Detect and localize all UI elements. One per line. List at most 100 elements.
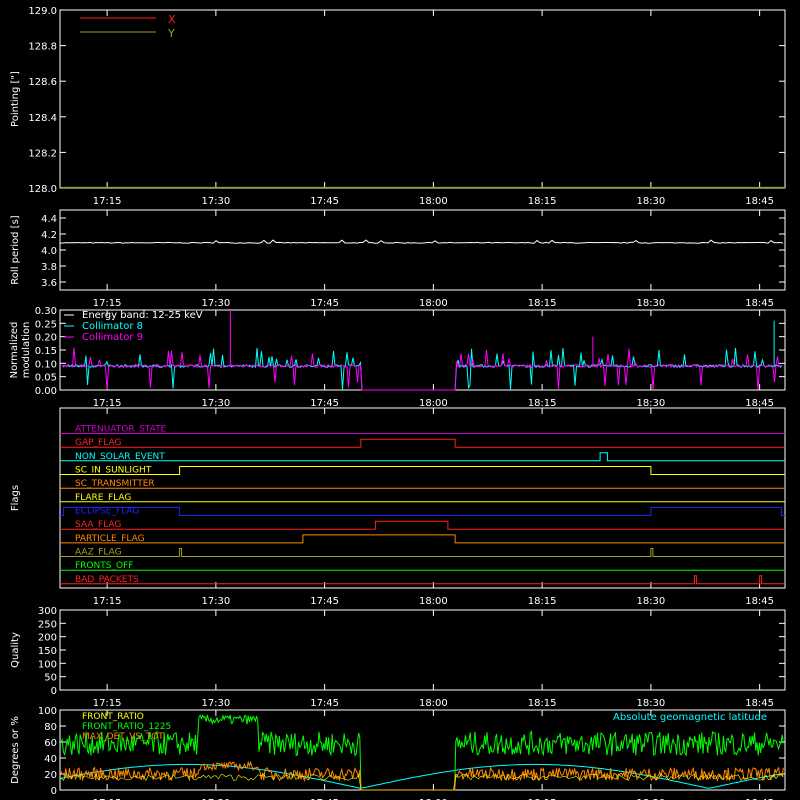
- x-tick-label: 18:45: [745, 196, 774, 207]
- x-tick-label: 17:30: [201, 298, 230, 309]
- y-tick-label: 0.10: [35, 359, 57, 370]
- x-tick-label: 18:30: [636, 398, 665, 409]
- rhessi-quicklook-figure: 17:15 17:30 17:45 18:00 18:15 18:30 18:45 128.0…: [9, 6, 786, 800]
- flag-label: GAP_FLAG: [75, 438, 121, 448]
- x-tick-label: 17:15: [93, 196, 122, 207]
- flag-label: PARTICLE_FLAG: [75, 534, 145, 544]
- flag-line: [60, 534, 785, 544]
- roll-frame: [59, 209, 786, 291]
- pointing-panel: 17:15 17:30 17:45 18:00 18:15 18:30 18:45 128.0…: [10, 6, 786, 207]
- y-tick-label: 60: [44, 738, 57, 749]
- y-axis-label: Quality: [10, 632, 21, 668]
- y-axis-label: Degrees or %: [10, 716, 21, 784]
- x-tick-label: 17:30: [201, 698, 230, 709]
- x-tick-label: 18:45: [745, 698, 774, 709]
- latitude-annotation: Absolute geomagnetic latitude: [613, 712, 767, 723]
- x-tick-label: 17:15: [93, 596, 122, 607]
- y-tick-label: 100: [38, 706, 57, 717]
- y-tick-label: 40: [44, 754, 57, 765]
- x-tick-label: 18:30: [636, 698, 665, 709]
- x-tick-label: 17:30: [201, 398, 230, 409]
- x-tick-label: 18:15: [528, 196, 557, 207]
- y-tick-label: 0: [51, 786, 57, 797]
- flags-frame: [59, 407, 786, 589]
- y-tick-label: 250: [38, 619, 57, 630]
- flag-line: [60, 507, 785, 516]
- y-tick-label: 128.2: [28, 148, 57, 159]
- legend-label-x: X: [168, 13, 176, 26]
- flag-line: [60, 575, 785, 585]
- x-tick-label: 18:45: [745, 398, 774, 409]
- x-tick-label: 17:15: [93, 398, 122, 409]
- y-tick-label: 3.8: [41, 262, 57, 273]
- y-tick-label: 128.0: [28, 184, 57, 195]
- y-axis-label: Normalized: [9, 322, 20, 379]
- x-tick-label: 17:45: [310, 298, 339, 309]
- y-tick-label: 0.05: [35, 373, 57, 384]
- x-tick-label: 17:15: [93, 298, 122, 309]
- y-tick-label: 150: [38, 646, 57, 657]
- x-tick-label: 18:00: [419, 196, 448, 207]
- y-tick-label: 128.8: [28, 42, 57, 53]
- x-tick-label: 18:30: [636, 298, 665, 309]
- flags-panel: 17:15 17:30 17:45 18:00 18:15 18:30 18:45 Flags…: [10, 407, 786, 607]
- x-tick-label: 18:00: [419, 596, 448, 607]
- flag-line: [60, 520, 785, 530]
- legend-label: MAX_DET_VS_TOT: [82, 732, 164, 742]
- x-tick-label: 18:00: [419, 698, 448, 709]
- flag-line: [60, 466, 785, 475]
- y-axis-label: modulation: [21, 322, 32, 379]
- y-tick-label: 0.25: [35, 319, 57, 330]
- y-tick-label: 128.6: [28, 77, 57, 88]
- legend-label: Energy band: 12-25 keV: [82, 310, 203, 321]
- x-tick-label: 18:15: [528, 698, 557, 709]
- y-tick-label: 0.20: [35, 333, 57, 344]
- legend-label: FRONT_RATIO_1225: [82, 722, 171, 732]
- quality-frame: [59, 609, 786, 691]
- x-tick-label: 18:15: [528, 398, 557, 409]
- x-tick-label: 17:30: [201, 196, 230, 207]
- x-tick-label: 18:15: [528, 596, 557, 607]
- y-axis-label: Flags: [10, 485, 21, 511]
- y-tick-label: 128.4: [28, 113, 57, 124]
- legend-label-y: Y: [167, 27, 175, 40]
- y-tick-label: 4.0: [41, 246, 57, 257]
- roll-panel: 17:15 17:30 17:45 18:00 18:15 18:30 18:45 3.6 3.…: [10, 209, 786, 309]
- collimator-9-line: [61, 347, 783, 391]
- y-tick-label: 0.15: [35, 346, 57, 357]
- legend-label: Collimator 8: [82, 321, 143, 332]
- y-tick-label: 4.2: [41, 230, 57, 241]
- flag-line: [60, 452, 785, 462]
- x-tick-label: 18:45: [745, 596, 774, 607]
- y-axis-label: Pointing ["]: [10, 71, 21, 127]
- x-tick-label: 18:45: [745, 298, 774, 309]
- flag-label: SAA_FLAG: [75, 520, 121, 530]
- y-tick-label: 300: [38, 606, 57, 617]
- y-axis-label: Roll period [s]: [10, 215, 21, 284]
- legend-label: FRONT_RATIO: [82, 712, 144, 722]
- collimator-8-line: [61, 347, 783, 391]
- y-tick-label: 100: [38, 659, 57, 670]
- x-tick-label: 18:30: [636, 196, 665, 207]
- x-tick-label: 17:45: [310, 596, 339, 607]
- x-tick-label: 18:30: [636, 596, 665, 607]
- y-tick-label: 20: [44, 770, 57, 781]
- x-tick-label: 17:15: [93, 698, 122, 709]
- modulation-panel: 17:15 17:30 17:45 18:00 18:15 18:30 18:45 0.00 0…: [9, 306, 786, 409]
- x-tick-label: 18:15: [528, 298, 557, 309]
- y-tick-label: 80: [44, 722, 57, 733]
- y-tick-label: 0: [51, 686, 57, 697]
- ratios-panel: 17:1517:3017:4518:0018:1518:3018:4502040…: [10, 706, 786, 800]
- x-tick-label: 17:45: [310, 196, 339, 207]
- y-tick-label: 4.4: [41, 214, 57, 225]
- flag-label: SC_TRANSMITTER: [75, 479, 155, 489]
- y-tick-label: 200: [38, 633, 57, 644]
- x-tick-label: 17:30: [201, 596, 230, 607]
- x-tick-label: 17:45: [310, 398, 339, 409]
- y-tick-label: 50: [44, 673, 57, 684]
- roll-period-line: [59, 239, 784, 244]
- quality-panel: 17:15 17:30 17:45 18:00 18:15 18:30 18:45 0 50 10…: [10, 606, 786, 709]
- flag-label: FRONTS_OFF: [75, 561, 133, 571]
- flag-line: [60, 438, 785, 448]
- x-tick-label: 18:00: [419, 398, 448, 409]
